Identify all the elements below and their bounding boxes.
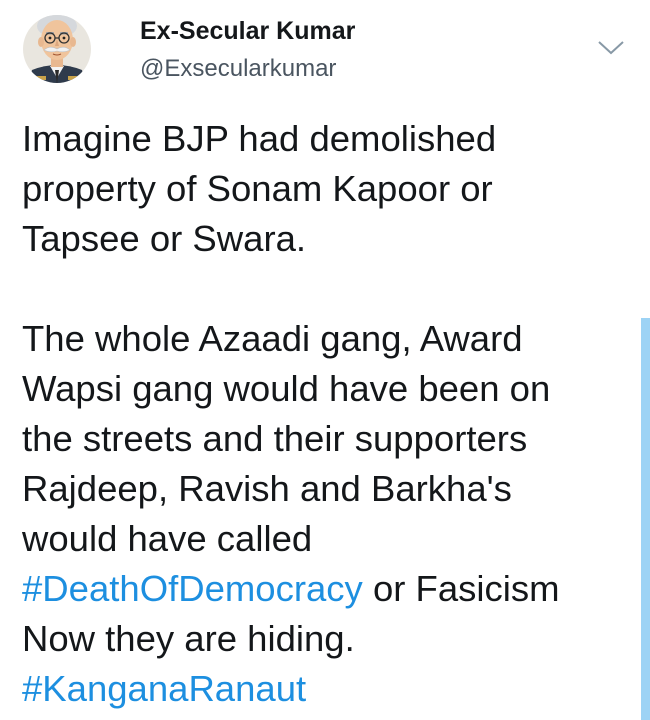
tweet-line: The whole Azaadi gang, Award <box>22 318 523 359</box>
chevron-down-icon <box>598 41 624 55</box>
tweet-line-text: or Fasicism <box>362 568 560 609</box>
tweet-text: Imagine BJP had demolished property of S… <box>22 114 632 714</box>
avatar[interactable] <box>22 4 92 94</box>
cartoon-avatar-icon <box>23 15 91 83</box>
tweet-line: Now they are hiding. <box>22 618 355 659</box>
tweet-menu-button[interactable] <box>596 38 626 58</box>
tweet-line: property of Sonam Kapoor or <box>22 168 493 209</box>
display-name[interactable]: Ex-Secular Kumar <box>140 16 355 46</box>
tweet-card: Ex-Secular Kumar @Exsecularkumar Imagine… <box>0 0 650 720</box>
tweet-line: Rajdeep, Ravish and Barkha's <box>22 468 512 509</box>
tweet-line: #DeathOfDemocracy or Fasicism <box>22 564 632 614</box>
tweet-line: would have called <box>22 518 313 559</box>
tweet-line: Tapsee or Swara. <box>22 218 307 259</box>
hashtag-link-kangana-ranaut[interactable]: #KanganaRanaut <box>22 668 306 709</box>
hashtag-link-death-of-democracy[interactable]: #DeathOfDemocracy <box>22 568 363 609</box>
tweet-paragraph: The whole Azaadi gang, Award Wapsi gang … <box>22 314 632 714</box>
tweet-line: Wapsi gang would have been on <box>22 368 551 409</box>
tweet-paragraph: Imagine BJP had demolished property of S… <box>22 114 632 264</box>
tweet-line: the streets and their supporters <box>22 418 528 459</box>
tweet-line: #KanganaRanaut <box>22 664 632 714</box>
tweet-line: Imagine BJP had demolished <box>22 118 497 159</box>
side-accent-bar <box>641 318 650 720</box>
user-handle[interactable]: @Exsecularkumar <box>140 54 336 84</box>
